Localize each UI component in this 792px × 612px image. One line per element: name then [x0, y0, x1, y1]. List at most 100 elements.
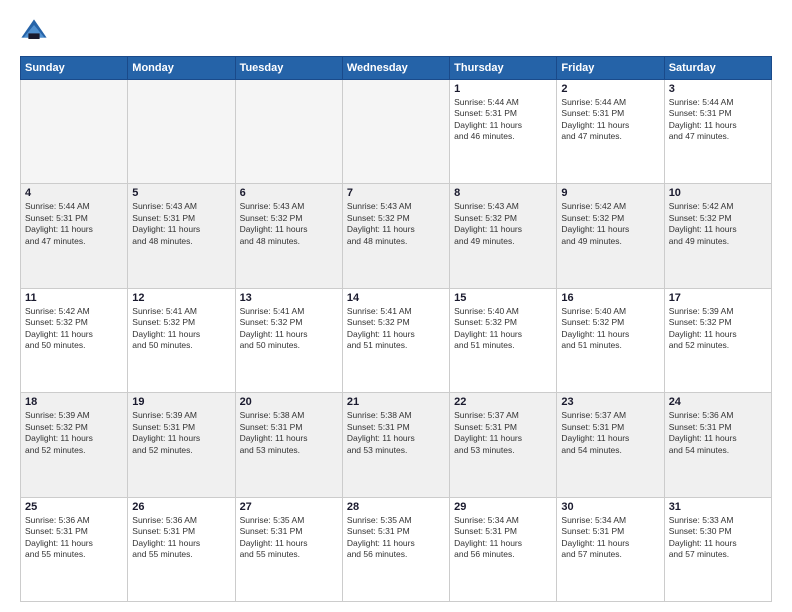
- day-number: 19: [132, 396, 230, 408]
- day-info: Sunrise: 5:42 AM Sunset: 5:32 PM Dayligh…: [669, 201, 767, 247]
- calendar-cell: [21, 80, 128, 184]
- calendar-cell: 5Sunrise: 5:43 AM Sunset: 5:31 PM Daylig…: [128, 184, 235, 288]
- calendar-cell: 31 Sunrise: 5:33 AM Sunset: 5:30 PM Dayli…: [664, 497, 771, 601]
- day-number: 14: [347, 292, 445, 304]
- day-info: Sunrise: 5:43 AM Sunset: 5:32 PM Dayligh…: [454, 201, 552, 247]
- day-number: 9: [561, 187, 659, 199]
- day-info: Sunrise: 5:42 AM Sunset: 5:32 PM Dayligh…: [25, 306, 123, 352]
- day-info: Sunrise: 5:33 AM Sunset: 5:30 PM Dayligh…: [669, 515, 767, 561]
- calendar-cell: 14 Sunrise: 5:41 AM Sunset: 5:32 PM Dayli…: [342, 288, 449, 392]
- calendar-cell: 7 Sunrise: 5:43 AM Sunset: 5:32 PM Daylig…: [342, 184, 449, 288]
- calendar-week-4: 18 Sunrise: 5:39 AM Sunset: 5:32 PM Dayli…: [21, 393, 772, 497]
- logo-icon: [20, 18, 48, 46]
- calendar-cell: 2 Sunrise: 5:44 AM Sunset: 5:31 PM Daylig…: [557, 80, 664, 184]
- day-number: 3: [669, 83, 767, 95]
- calendar-week-3: 11 Sunrise: 5:42 AM Sunset: 5:32 PM Dayli…: [21, 288, 772, 392]
- page: SundayMondayTuesdayWednesdayThursdayFrid…: [0, 0, 792, 612]
- calendar-cell: [235, 80, 342, 184]
- day-number: 17: [669, 292, 767, 304]
- day-info: Sunrise: 5:43 AM Sunset: 5:32 PM Dayligh…: [240, 201, 338, 247]
- day-info: Sunrise: 5:38 AM Sunset: 5:31 PM Dayligh…: [347, 410, 445, 456]
- day-number: 21: [347, 396, 445, 408]
- day-number: 13: [240, 292, 338, 304]
- day-number: 16: [561, 292, 659, 304]
- logo: [20, 18, 52, 46]
- calendar-cell: 6 Sunrise: 5:43 AM Sunset: 5:32 PM Daylig…: [235, 184, 342, 288]
- calendar-cell: [342, 80, 449, 184]
- weekday-sunday: Sunday: [21, 57, 128, 80]
- day-number: 18: [25, 396, 123, 408]
- day-number: 2: [561, 83, 659, 95]
- day-number: 10: [669, 187, 767, 199]
- day-info: Sunrise: 5:36 AM Sunset: 5:31 PM Dayligh…: [669, 410, 767, 456]
- weekday-wednesday: Wednesday: [342, 57, 449, 80]
- calendar-table: SundayMondayTuesdayWednesdayThursdayFrid…: [20, 56, 772, 602]
- day-number: 23: [561, 396, 659, 408]
- day-number: 31: [669, 501, 767, 513]
- day-number: 24: [669, 396, 767, 408]
- calendar-cell: 10 Sunrise: 5:42 AM Sunset: 5:32 PM Dayli…: [664, 184, 771, 288]
- day-number: 22: [454, 396, 552, 408]
- calendar-cell: 28 Sunrise: 5:35 AM Sunset: 5:31 PM Dayli…: [342, 497, 449, 601]
- day-info: Sunrise: 5:41 AM Sunset: 5:32 PM Dayligh…: [347, 306, 445, 352]
- calendar-cell: 22 Sunrise: 5:37 AM Sunset: 5:31 PM Dayli…: [450, 393, 557, 497]
- calendar-cell: 18 Sunrise: 5:39 AM Sunset: 5:32 PM Dayli…: [21, 393, 128, 497]
- day-number: 11: [25, 292, 123, 304]
- day-info: Sunrise: 5:42 AM Sunset: 5:32 PM Dayligh…: [561, 201, 659, 247]
- day-number: 26: [132, 501, 230, 513]
- calendar-cell: 26Sunrise: 5:36 AM Sunset: 5:31 PM Dayli…: [128, 497, 235, 601]
- calendar-week-2: 4 Sunrise: 5:44 AM Sunset: 5:31 PM Daylig…: [21, 184, 772, 288]
- day-info: Sunrise: 5:34 AM Sunset: 5:31 PM Dayligh…: [561, 515, 659, 561]
- day-info: Sunrise: 5:35 AM Sunset: 5:31 PM Dayligh…: [347, 515, 445, 561]
- day-info: Sunrise: 5:37 AM Sunset: 5:31 PM Dayligh…: [454, 410, 552, 456]
- day-number: 12: [132, 292, 230, 304]
- day-info: Sunrise: 5:44 AM Sunset: 5:31 PM Dayligh…: [25, 201, 123, 247]
- day-info: Sunrise: 5:40 AM Sunset: 5:32 PM Dayligh…: [561, 306, 659, 352]
- day-number: 27: [240, 501, 338, 513]
- day-info: Sunrise: 5:37 AM Sunset: 5:31 PM Dayligh…: [561, 410, 659, 456]
- day-number: 15: [454, 292, 552, 304]
- day-info: Sunrise: 5:44 AM Sunset: 5:31 PM Dayligh…: [454, 97, 552, 143]
- day-info: Sunrise: 5:39 AM Sunset: 5:32 PM Dayligh…: [669, 306, 767, 352]
- day-info: Sunrise: 5:44 AM Sunset: 5:31 PM Dayligh…: [561, 97, 659, 143]
- day-number: 7: [347, 187, 445, 199]
- calendar-cell: 1 Sunrise: 5:44 AM Sunset: 5:31 PM Daylig…: [450, 80, 557, 184]
- weekday-thursday: Thursday: [450, 57, 557, 80]
- calendar-cell: 20 Sunrise: 5:38 AM Sunset: 5:31 PM Dayli…: [235, 393, 342, 497]
- day-number: 25: [25, 501, 123, 513]
- day-number: 30: [561, 501, 659, 513]
- calendar-header: SundayMondayTuesdayWednesdayThursdayFrid…: [21, 57, 772, 80]
- day-info: Sunrise: 5:39 AM Sunset: 5:32 PM Dayligh…: [25, 410, 123, 456]
- day-info: Sunrise: 5:36 AM Sunset: 5:31 PM Dayligh…: [25, 515, 123, 561]
- day-info: Sunrise: 5:34 AM Sunset: 5:31 PM Dayligh…: [454, 515, 552, 561]
- calendar-cell: 25 Sunrise: 5:36 AM Sunset: 5:31 PM Dayli…: [21, 497, 128, 601]
- day-info: Sunrise: 5:43 AM Sunset: 5:32 PM Dayligh…: [347, 201, 445, 247]
- weekday-saturday: Saturday: [664, 57, 771, 80]
- calendar-cell: 19 Sunrise: 5:39 AM Sunset: 5:31 PM Dayli…: [128, 393, 235, 497]
- calendar-cell: 30 Sunrise: 5:34 AM Sunset: 5:31 PM Dayli…: [557, 497, 664, 601]
- calendar-cell: 23 Sunrise: 5:37 AM Sunset: 5:31 PM Dayli…: [557, 393, 664, 497]
- day-number: 20: [240, 396, 338, 408]
- calendar-cell: 16 Sunrise: 5:40 AM Sunset: 5:32 PM Dayli…: [557, 288, 664, 392]
- day-info: Sunrise: 5:43 AM Sunset: 5:31 PM Dayligh…: [132, 201, 230, 247]
- calendar-cell: 9 Sunrise: 5:42 AM Sunset: 5:32 PM Daylig…: [557, 184, 664, 288]
- day-info: Sunrise: 5:40 AM Sunset: 5:32 PM Dayligh…: [454, 306, 552, 352]
- day-number: 28: [347, 501, 445, 513]
- calendar-cell: 3Sunrise: 5:44 AM Sunset: 5:31 PM Daylig…: [664, 80, 771, 184]
- calendar-cell: 29Sunrise: 5:34 AM Sunset: 5:31 PM Dayli…: [450, 497, 557, 601]
- calendar-cell: 4 Sunrise: 5:44 AM Sunset: 5:31 PM Daylig…: [21, 184, 128, 288]
- day-number: 6: [240, 187, 338, 199]
- day-info: Sunrise: 5:38 AM Sunset: 5:31 PM Dayligh…: [240, 410, 338, 456]
- calendar-cell: [128, 80, 235, 184]
- day-info: Sunrise: 5:35 AM Sunset: 5:31 PM Dayligh…: [240, 515, 338, 561]
- header: [20, 18, 772, 46]
- day-info: Sunrise: 5:39 AM Sunset: 5:31 PM Dayligh…: [132, 410, 230, 456]
- calendar-cell: 13Sunrise: 5:41 AM Sunset: 5:32 PM Dayli…: [235, 288, 342, 392]
- calendar-cell: 15 Sunrise: 5:40 AM Sunset: 5:32 PM Dayli…: [450, 288, 557, 392]
- calendar-cell: 27 Sunrise: 5:35 AM Sunset: 5:31 PM Dayli…: [235, 497, 342, 601]
- weekday-friday: Friday: [557, 57, 664, 80]
- day-number: 4: [25, 187, 123, 199]
- day-number: 1: [454, 83, 552, 95]
- calendar-body: 1 Sunrise: 5:44 AM Sunset: 5:31 PM Daylig…: [21, 80, 772, 602]
- day-number: 8: [454, 187, 552, 199]
